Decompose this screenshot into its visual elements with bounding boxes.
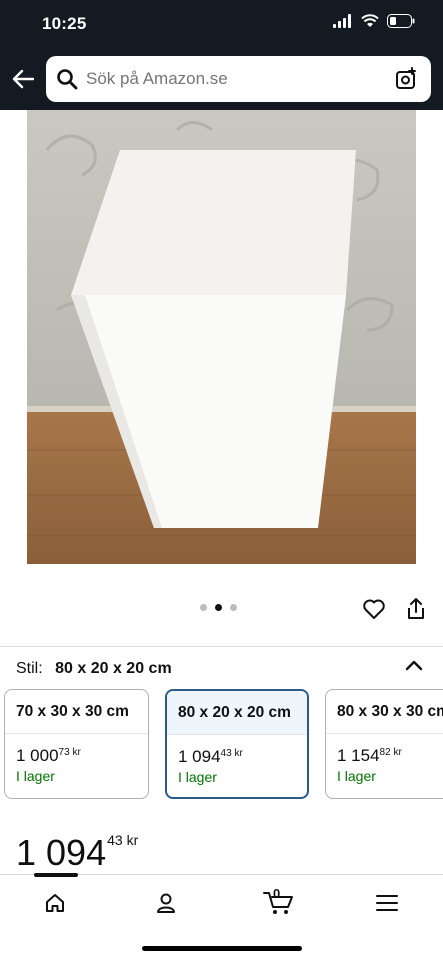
style-selector-header: Stil: 80 x 20 x 20 cm (16, 660, 172, 678)
option-size: 80 x 30 x 30 cm (326, 690, 443, 734)
option-price: 1 00073 kr (16, 746, 81, 765)
style-option[interactable]: 80 x 30 x 30 cm 1 15482 kr I lager (325, 689, 443, 799)
nav-active-indicator (34, 873, 78, 877)
carousel-dot[interactable] (230, 604, 237, 611)
price-currency: kr (126, 832, 139, 848)
price-fraction: 43 (107, 832, 123, 848)
cart-count: 0 (273, 886, 281, 901)
search-bar[interactable] (46, 56, 431, 102)
search-input[interactable] (86, 69, 376, 89)
divider (0, 646, 443, 647)
option-stock: I lager (16, 768, 55, 784)
product-photo (27, 110, 416, 564)
option-size: 80 x 20 x 20 cm (167, 691, 307, 735)
style-label: Stil: (16, 660, 43, 677)
image-carousel-dots[interactable] (200, 604, 237, 611)
status-icons (333, 14, 415, 28)
style-option[interactable]: 70 x 30 x 30 cm 1 00073 kr I lager (4, 689, 149, 799)
search-header (0, 50, 443, 110)
nav-account[interactable] (151, 889, 181, 917)
carousel-dot[interactable] (200, 604, 207, 611)
product-image[interactable] (27, 110, 416, 564)
chevron-up-icon[interactable] (405, 658, 423, 672)
home-indicator (142, 946, 302, 951)
price-whole: 1 094 (16, 832, 107, 873)
heart-icon[interactable] (362, 597, 386, 621)
option-price: 1 15482 kr (337, 746, 402, 765)
nav-cart[interactable]: 0 (262, 886, 296, 917)
wifi-icon (361, 14, 379, 27)
search-icon (57, 69, 78, 90)
style-value: 80 x 20 x 20 cm (55, 660, 172, 677)
option-stock: I lager (178, 769, 217, 785)
back-button[interactable] (10, 66, 36, 92)
style-options: 70 x 30 x 30 cm 1 00073 kr I lager 80 x … (4, 689, 443, 801)
style-option-selected[interactable]: 80 x 20 x 20 cm 1 09443 kr I lager (165, 689, 309, 799)
option-size: 70 x 30 x 30 cm (5, 690, 148, 734)
camera-search-icon[interactable] (395, 67, 419, 91)
account-icon (157, 893, 175, 913)
nav-menu[interactable] (372, 889, 402, 917)
battery-icon (387, 14, 415, 28)
product-price: 1 09443 kr (16, 832, 138, 874)
signal-icon (333, 14, 351, 28)
nav-home[interactable] (40, 889, 70, 917)
status-time: 10:25 (42, 14, 87, 33)
home-icon (46, 894, 64, 912)
share-icon[interactable] (405, 597, 427, 621)
carousel-dot-active[interactable] (215, 604, 222, 611)
status-bar: 10:25 (0, 0, 443, 50)
option-stock: I lager (337, 768, 376, 784)
menu-icon (376, 895, 398, 911)
back-arrow-icon (12, 69, 34, 89)
option-price: 1 09443 kr (178, 747, 243, 766)
